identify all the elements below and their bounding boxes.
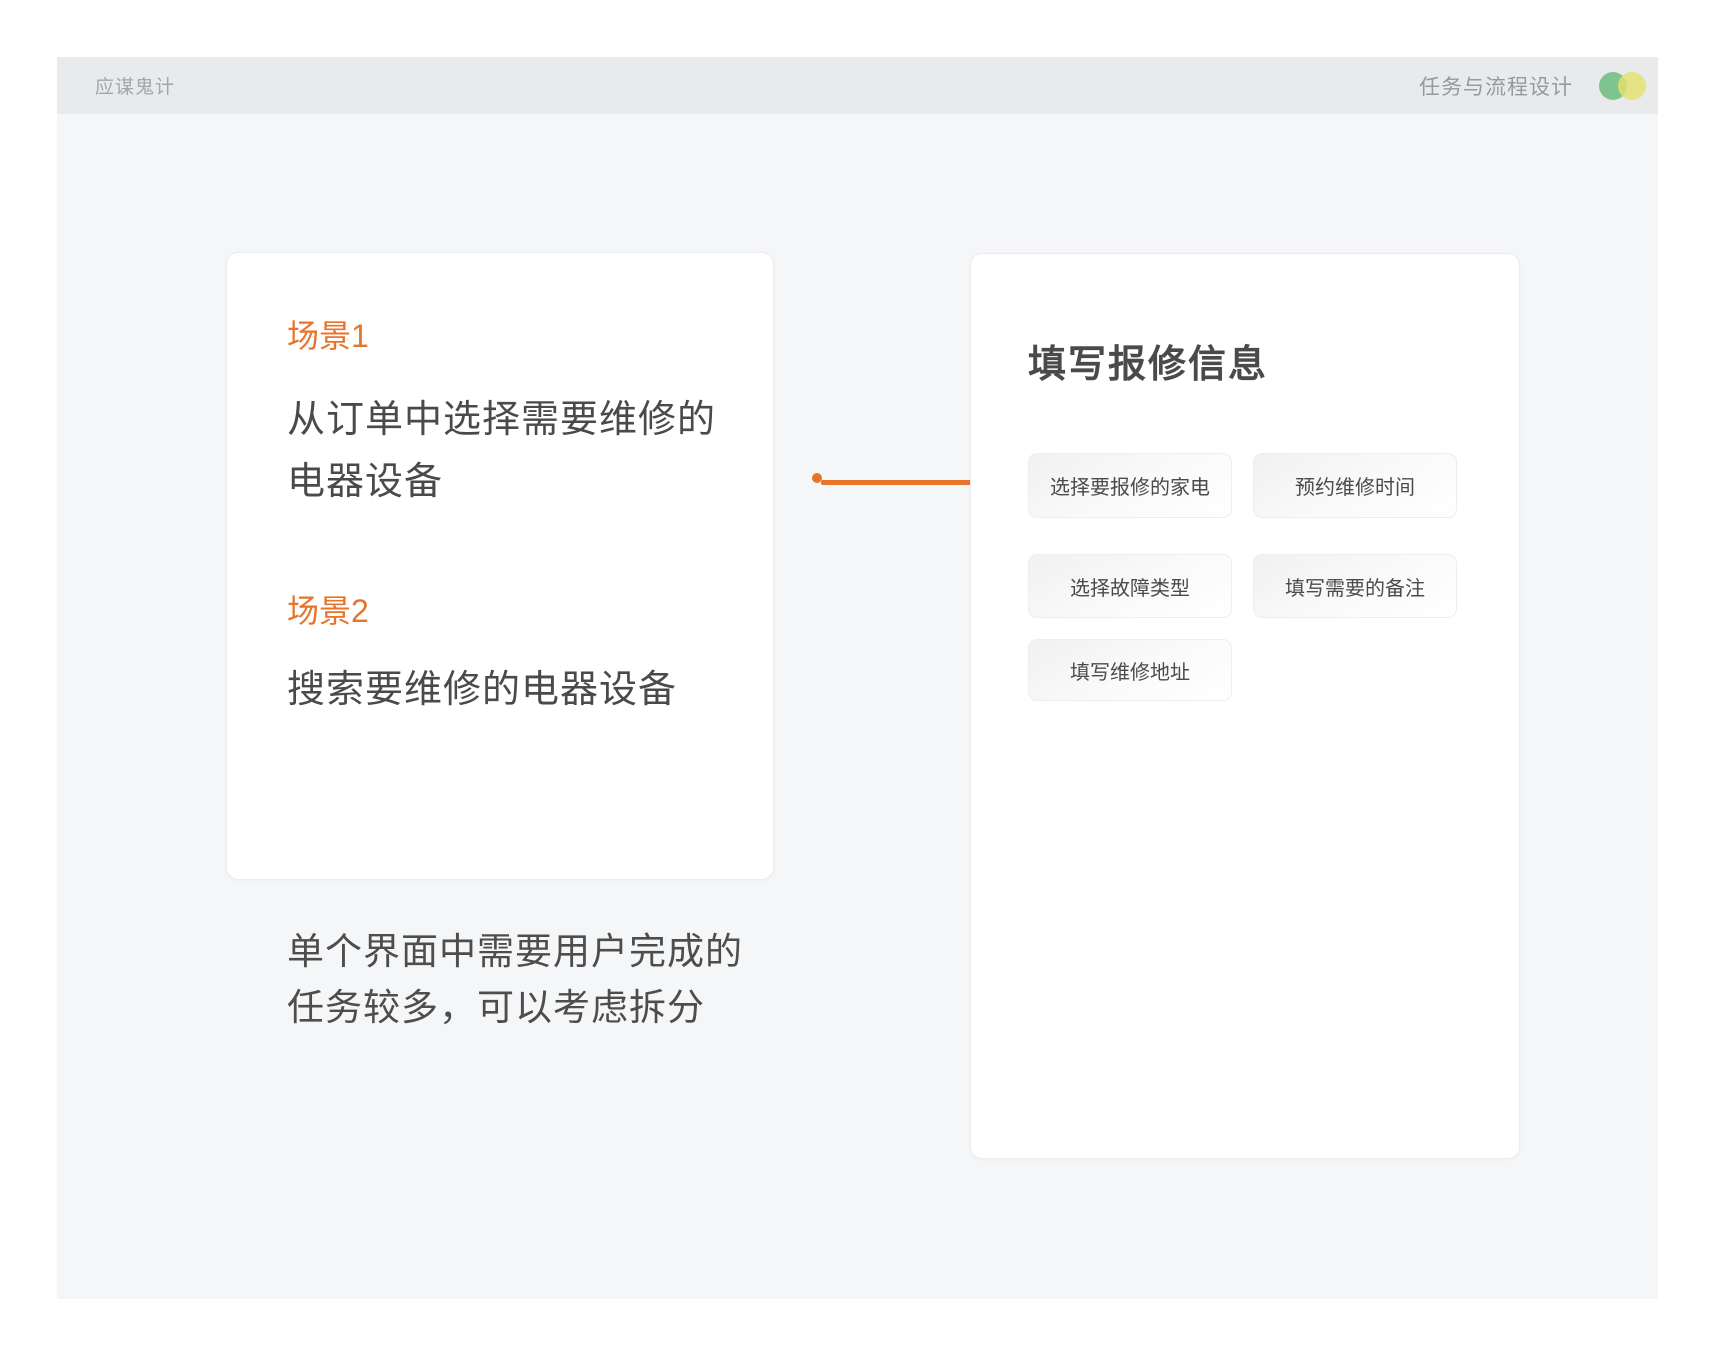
annotation-note-line-1: 单个界面中需要用户完成的 [287,924,743,980]
scene-1-text-line-2: 电器设备 [287,451,716,513]
annotation-note: 单个界面中需要用户完成的 任务较多，可以考虑拆分 [287,924,743,1036]
scene-2-label: 场景2 [287,592,369,630]
connector-endpoint-left-icon [812,473,822,483]
repair-form-title: 填写报修信息 [1028,342,1268,388]
canvas: 场景1 从订单中选择需要维修的 电器设备 场景2 搜索要维修的电器设备 填写报修… [57,114,1658,1299]
page-title: 任务与流程设计 [1419,71,1573,101]
yellow-circle-icon [1618,72,1646,100]
select-appliance-button[interactable]: 选择要报修的家电 [1028,453,1232,518]
fill-repair-address-button[interactable]: 填写维修地址 [1028,639,1232,701]
annotation-note-line-2: 任务较多，可以考虑拆分 [287,980,743,1036]
top-bar: 应谋鬼计 任务与流程设计 [57,57,1658,114]
scene-1-text: 从订单中选择需要维修的 电器设备 [287,389,716,513]
venn-badge [1599,72,1646,100]
scene-1-label: 场景1 [287,317,369,355]
schedule-repair-time-button[interactable]: 预约维修时间 [1253,453,1457,518]
app-brand-title: 应谋鬼计 [95,72,175,99]
scenarios-card: 场景1 从订单中选择需要维修的 电器设备 场景2 搜索要维修的电器设备 [226,252,774,880]
scene-2-text-line-1: 搜索要维修的电器设备 [287,659,677,721]
slide-panel: 应谋鬼计 任务与流程设计 场景1 从订单中选择需要维修的 电器设备 场景2 搜索… [57,57,1658,1299]
fill-remarks-button[interactable]: 填写需要的备注 [1253,554,1457,618]
topbar-right-group: 任务与流程设计 [1419,71,1646,101]
scene-2-text: 搜索要维修的电器设备 [287,659,677,721]
scene-1-text-line-1: 从订单中选择需要维修的 [287,389,716,451]
repair-form-card: 填写报修信息 选择要报修的家电 预约维修时间 选择故障类型 填写需要的备注 填写… [970,253,1520,1159]
select-fault-type-button[interactable]: 选择故障类型 [1028,554,1232,618]
